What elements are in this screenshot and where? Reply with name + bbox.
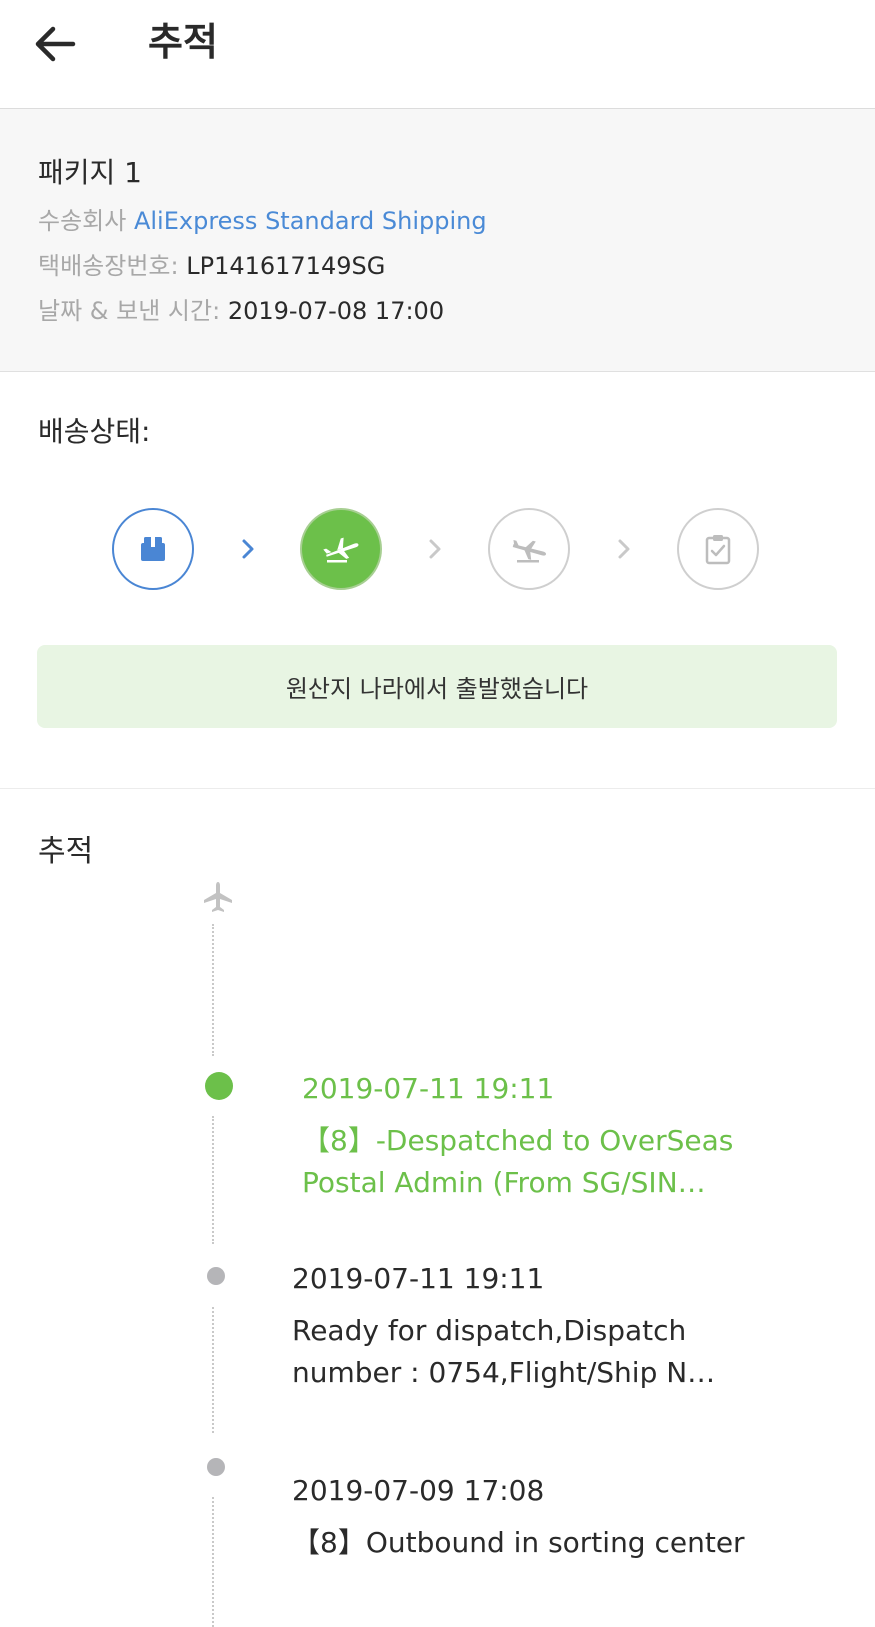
arrow-left-icon	[35, 26, 76, 62]
timeline-connector	[212, 924, 214, 1056]
top-app-bar: 추적	[0, 0, 875, 109]
step-shipped	[112, 508, 194, 590]
timeline-connector	[212, 1307, 214, 1433]
package-name: 패키지 1	[38, 156, 142, 189]
tracking-number-label: 택배송장번호:	[38, 252, 179, 280]
step-arrived-destination	[488, 508, 570, 590]
chevron-right-icon	[425, 536, 445, 562]
chevron-right-icon	[238, 536, 258, 562]
event-description: Ready for dispatch,Dispatch number : 075…	[292, 1314, 716, 1389]
carrier-link[interactable]: AliExpress Standard Shipping	[134, 207, 487, 235]
event-description: 【8】-Despatched to OverSeas Postal Admin …	[302, 1124, 734, 1199]
status-banner: 원산지 나라에서 출발했습니다	[37, 645, 837, 728]
timeline-dot-active	[205, 1072, 233, 1100]
carrier-row: 수송회사 AliExpress Standard Shipping	[38, 201, 487, 236]
airplane-landing-icon	[512, 540, 547, 563]
carrier-label: 수송회사	[38, 207, 127, 235]
page-title: 추적	[148, 20, 218, 64]
event-date: 2019-07-11 19:11	[302, 1072, 555, 1105]
package-info-panel: 패키지 1 수송회사 AliExpress Standard Shipping …	[0, 109, 875, 372]
back-button[interactable]	[30, 20, 80, 68]
event-date: 2019-07-11 19:11	[292, 1262, 545, 1295]
step-delivered	[677, 508, 759, 590]
clipboard-check-icon	[705, 535, 731, 565]
timeline-connector	[212, 1497, 214, 1627]
package-box-icon	[141, 537, 165, 561]
send-date-label: 날짜 & 보낸 시간:	[38, 297, 221, 325]
event-date: 2019-07-09 17:08	[292, 1474, 545, 1507]
step-departed-origin	[300, 508, 382, 590]
send-date-value: 2019-07-08 17:00	[227, 297, 445, 325]
section-divider	[0, 788, 875, 789]
tracking-number-value: LP141617149SG	[186, 252, 386, 280]
tracking-title: 추적	[38, 834, 94, 869]
tracking-number-row: 택배송장번호: LP141617149SG	[38, 246, 385, 281]
event-description: 【8】Outbound in sorting center	[292, 1526, 745, 1559]
timeline-connector	[212, 1116, 214, 1244]
timeline-dot	[207, 1458, 225, 1476]
send-date-row: 날짜 & 보낸 시간: 2019-07-08 17:00	[38, 291, 444, 326]
airplane-takeoff-icon	[323, 537, 359, 563]
timeline-dot	[207, 1267, 225, 1285]
chevron-right-icon	[614, 536, 634, 562]
airplane-icon	[204, 882, 232, 912]
delivery-status-title: 배송상태:	[38, 415, 151, 448]
